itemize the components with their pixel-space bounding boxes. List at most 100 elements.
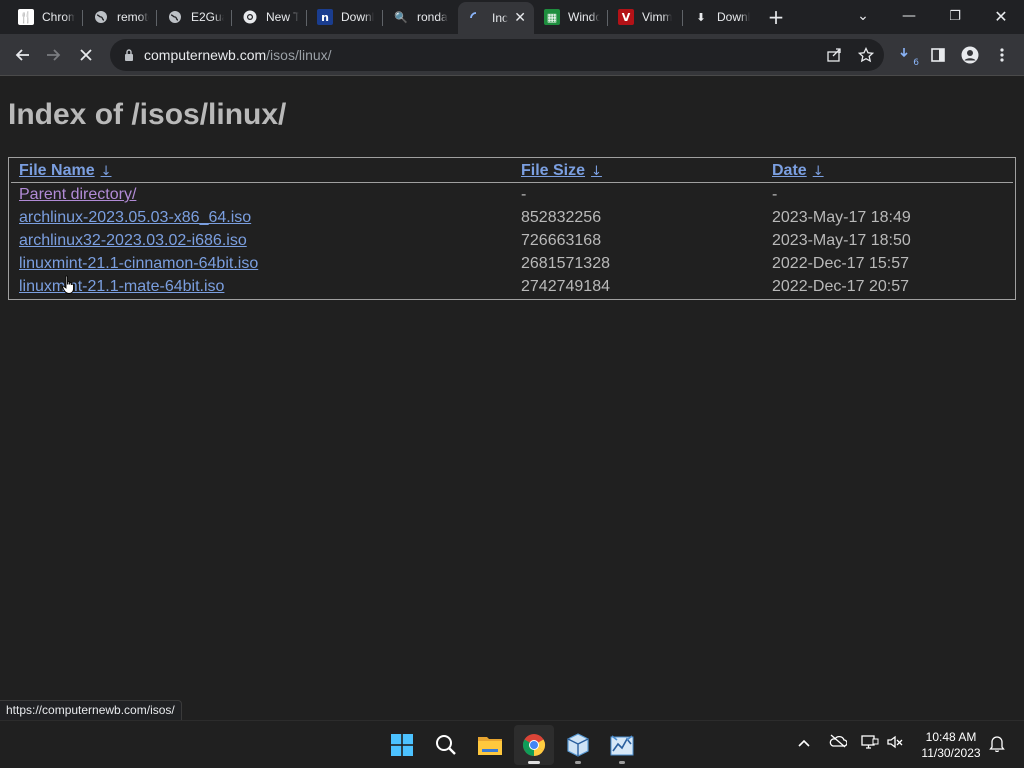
virtualbox-button[interactable]: [558, 725, 598, 765]
file-size-cell: -: [521, 186, 527, 203]
running-indicator: [619, 761, 625, 764]
page-content: Index of /isos/linux/ File Name ↓ File Si…: [0, 77, 1024, 720]
tab-title: Inc: [492, 11, 509, 25]
url-text[interactable]: computernewb.com/isos/linux/: [144, 47, 332, 63]
network-icon[interactable]: [861, 734, 879, 754]
file-link[interactable]: linuxmint-21.1-mate-64bit.iso: [19, 278, 224, 296]
start-button[interactable]: [382, 725, 422, 765]
running-indicator: [528, 761, 540, 764]
downloads-extension-button[interactable]: 6: [894, 41, 922, 69]
tab-0[interactable]: 🍴 Chrom: [8, 3, 83, 31]
column-header-name: File Name: [19, 162, 95, 179]
url-host: computernewb.com: [144, 47, 267, 63]
tab-search-chevron-icon[interactable]: ⌄: [840, 0, 886, 32]
star-icon: [858, 47, 874, 63]
tab-9[interactable]: ⬇ Downl: [683, 3, 758, 31]
sort-by-size-link[interactable]: File Size ↓: [521, 162, 602, 180]
share-button[interactable]: [820, 41, 848, 69]
page-title: Index of /isos/linux/: [8, 98, 287, 131]
tab-7[interactable]: ▦ Windo: [534, 3, 608, 31]
kebab-menu-icon: [1000, 48, 1004, 62]
new-tab-button[interactable]: +: [764, 6, 788, 28]
file-link[interactable]: linuxmint-21.1-cinnamon-64bit.iso: [19, 255, 258, 273]
close-window-button[interactable]: ✕: [978, 0, 1024, 32]
file-link[interactable]: archlinux32-2023.03.02-i686.iso: [19, 232, 247, 250]
tab-1[interactable]: remote: [83, 3, 157, 31]
forward-button[interactable]: [40, 41, 68, 69]
loading-icon: [468, 10, 484, 26]
file-explorer-button[interactable]: [470, 725, 510, 765]
virtualbox-icon: [567, 733, 589, 757]
taskbar-clock[interactable]: 10:48 AM 11/30/2023: [916, 729, 986, 761]
sort-arrow-icon: ↓: [812, 164, 824, 179]
extension-badge: 6: [913, 58, 919, 68]
chart-app-icon: [610, 735, 634, 756]
tab-title: remote: [117, 10, 149, 24]
cpu-tool-button[interactable]: [602, 725, 642, 765]
restore-button[interactable]: ❐: [932, 0, 978, 32]
onedrive-offline-icon[interactable]: [829, 734, 848, 752]
link-status-bubble: https://computernewb.com/isos/: [0, 700, 182, 720]
address-bar[interactable]: computernewb.com/isos/linux/: [110, 39, 884, 71]
table-row-parent: Parent directory/ - -: [9, 183, 1015, 206]
table-row: archlinux32-2023.03.02-i686.iso 72666316…: [9, 229, 1015, 252]
stop-loading-button[interactable]: [72, 41, 100, 69]
column-header-date: Date: [772, 162, 807, 179]
clock-date: 11/30/2023: [921, 746, 981, 760]
sort-arrow-icon: ↓: [100, 164, 112, 179]
search-icon: [436, 735, 456, 755]
side-panel-icon: [931, 48, 945, 62]
chrome-icon: [523, 734, 545, 756]
globe-icon: [93, 9, 109, 25]
file-size-cell: 2742749184: [521, 278, 610, 295]
file-list-table: File Name ↓ File Size ↓ Date ↓ Parent direc…: [8, 157, 1016, 300]
menu-button[interactable]: [988, 41, 1016, 69]
tab-title: Vimm: [642, 10, 673, 24]
close-tab-icon[interactable]: ✕: [514, 10, 526, 26]
profile-button[interactable]: [956, 41, 984, 69]
sort-by-name-link[interactable]: File Name ↓: [19, 162, 112, 180]
tab-title: ronda: [417, 10, 448, 24]
table-row: linuxmint-21.1-mate-64bit.iso 2742749184…: [9, 275, 1015, 298]
file-size-cell: 2681571328: [521, 255, 610, 272]
file-link[interactable]: archlinux-2023.05.03-x86_64.iso: [19, 209, 251, 227]
file-date-cell: -: [772, 186, 778, 203]
side-panel-button[interactable]: [924, 41, 952, 69]
chrome-icon: [242, 9, 258, 25]
back-button[interactable]: [8, 41, 36, 69]
table-row: archlinux-2023.05.03-x86_64.iso 85283225…: [9, 206, 1015, 229]
table-row: linuxmint-21.1-cinnamon-64bit.iso 268157…: [9, 252, 1015, 275]
show-hidden-icons-chevron[interactable]: [798, 735, 810, 751]
sort-arrow-icon: ↓: [591, 164, 602, 179]
tab-5[interactable]: 🔍 ronda: [383, 3, 458, 31]
file-date-cell: 2022-Dec-17 20:57: [772, 278, 909, 295]
back-arrow-icon: [15, 49, 29, 61]
tab-6-active[interactable]: Inc ✕: [458, 2, 534, 34]
notification-bell-icon[interactable]: [989, 734, 1005, 756]
browser-toolbar: computernewb.com/isos/linux/ 6: [0, 34, 1024, 76]
taskbar-search-button[interactable]: [426, 725, 466, 765]
url-path: /isos/linux/: [266, 47, 332, 63]
tab-title: E2Gua: [191, 10, 224, 24]
sort-by-date-link[interactable]: Date ↓: [772, 162, 824, 180]
tab-title: Windo: [568, 10, 600, 24]
tab-title: Chrom: [42, 10, 75, 24]
volume-muted-icon[interactable]: [886, 734, 904, 754]
globe-icon: [167, 9, 183, 25]
tab-title: New T: [266, 10, 299, 24]
tab-4[interactable]: n Downl: [307, 3, 383, 31]
tab-3[interactable]: New T: [232, 3, 307, 31]
minimize-button[interactable]: —: [886, 0, 932, 32]
clock-time: 10:48 AM: [925, 730, 977, 744]
windows-logo-icon: [391, 734, 413, 756]
stop-icon: [80, 49, 92, 61]
tab-strip: 🍴 Chrom remote E2Gua New T n Downl 🔍 ron…: [0, 0, 1024, 34]
download-icon: ⬇: [696, 10, 706, 24]
file-size-cell: 852832256: [521, 209, 602, 226]
chrome-taskbar-button[interactable]: [514, 725, 554, 765]
tab-2[interactable]: E2Gua: [157, 3, 232, 31]
bookmark-button[interactable]: [852, 41, 880, 69]
lock-icon[interactable]: [122, 48, 136, 62]
parent-directory-link[interactable]: Parent directory/: [19, 186, 136, 204]
tab-8[interactable]: V Vimm: [608, 3, 683, 31]
